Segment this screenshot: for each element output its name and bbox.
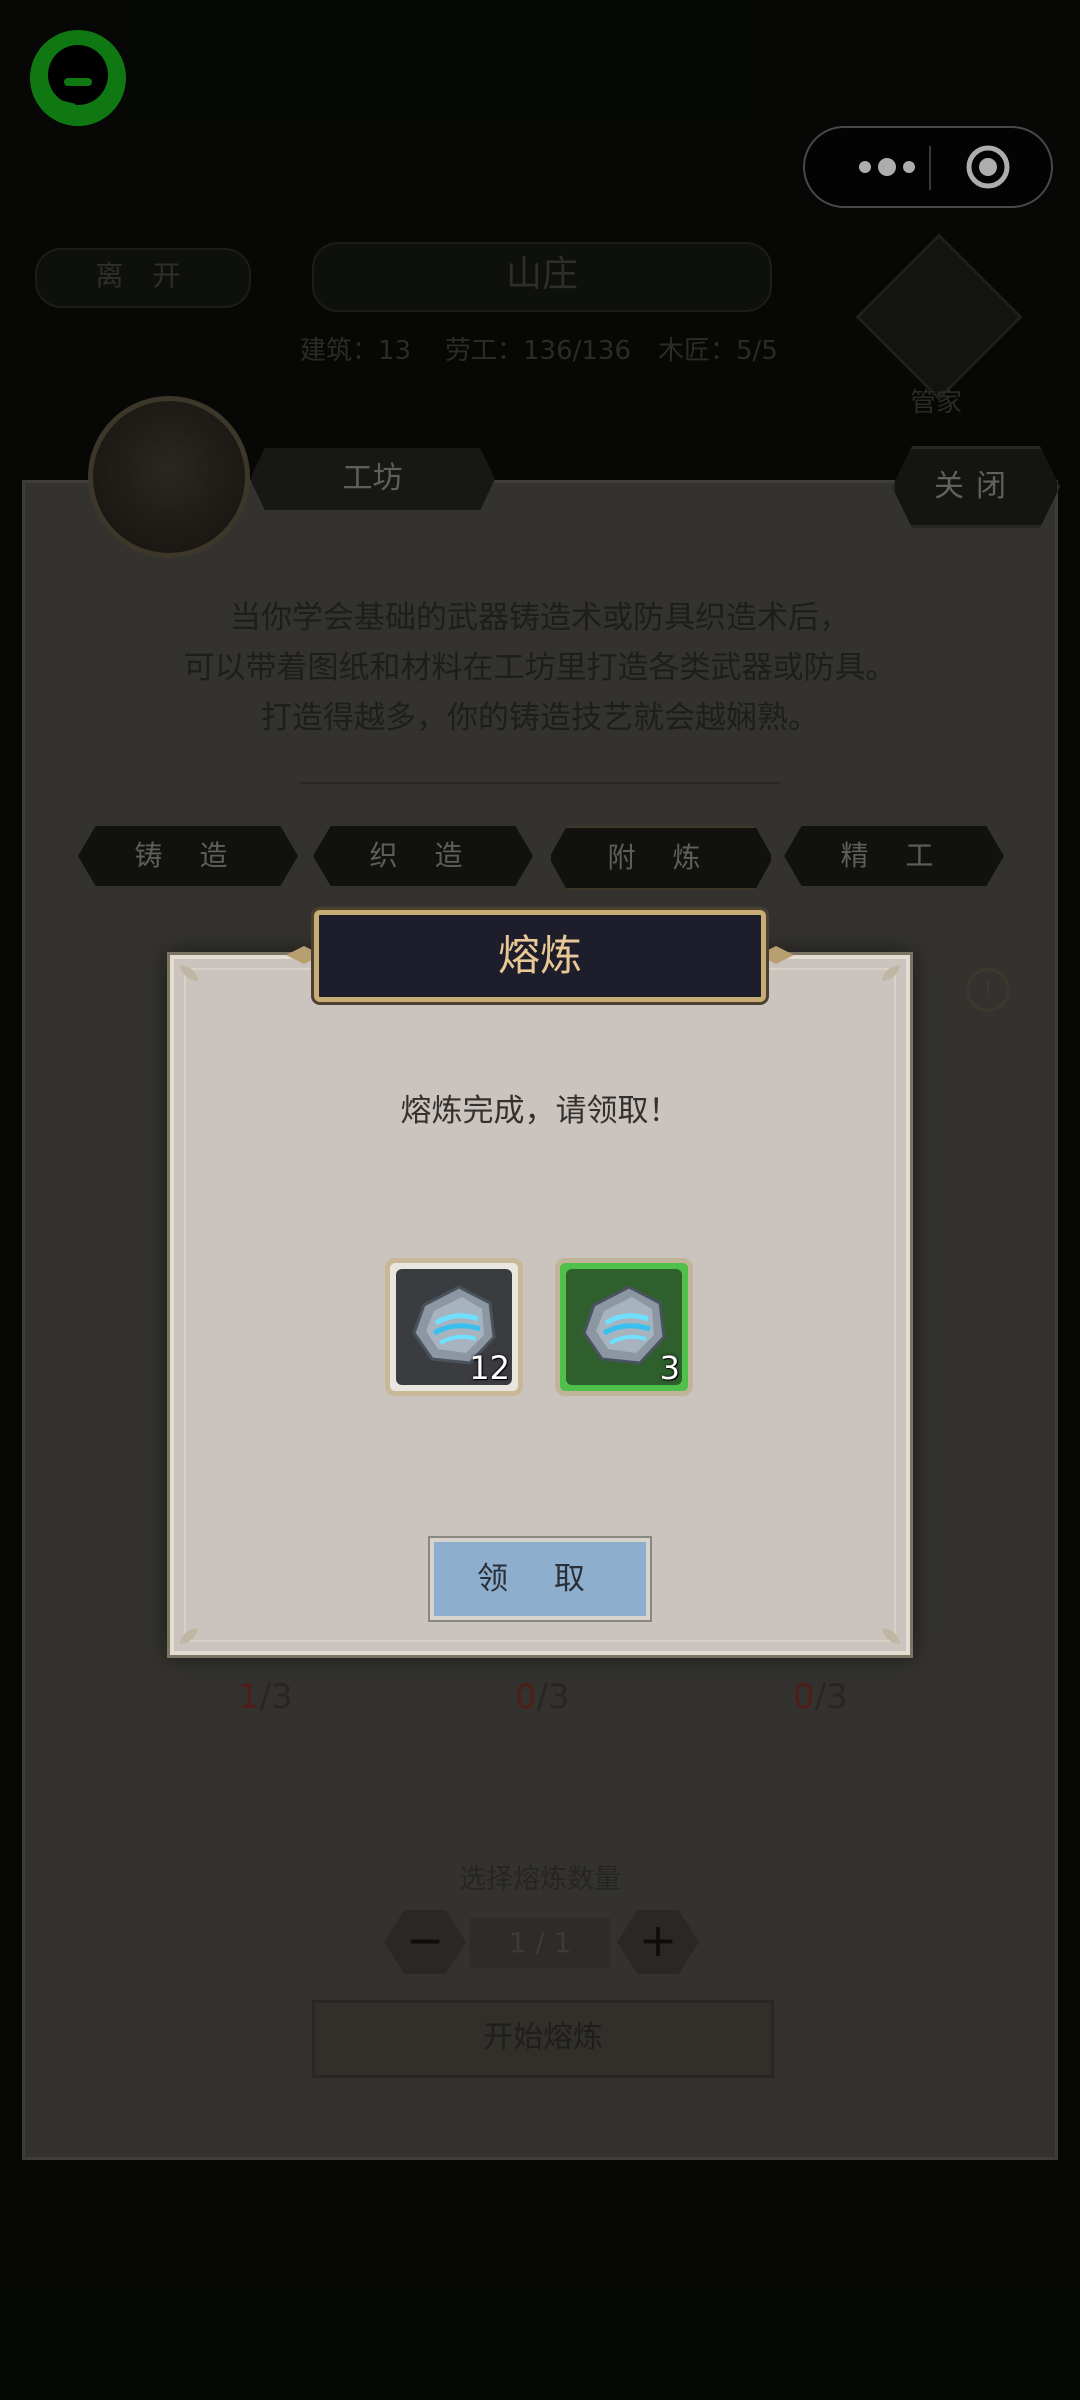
corner-ornament — [180, 1628, 198, 1644]
claim-button[interactable]: 领 取 — [430, 1538, 650, 1620]
item-count: 3 — [659, 1349, 680, 1387]
corner-ornament — [180, 965, 198, 981]
corner-ornament — [882, 965, 900, 981]
dialog-title: 熔炼 — [314, 910, 766, 1002]
reward-item-slot[interactable]: 12 — [385, 1258, 523, 1396]
dialog-message: 熔炼完成，请领取！ — [400, 1093, 680, 1129]
reward-item-slot[interactable]: 3 — [555, 1258, 693, 1396]
item-count: 12 — [469, 1349, 510, 1387]
corner-ornament — [882, 1628, 900, 1644]
